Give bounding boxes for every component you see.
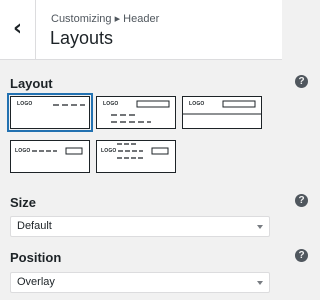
layout-help-icon[interactable]: ? — [295, 75, 308, 88]
position-select[interactable]: Overlay — [10, 272, 270, 293]
chevron-down-icon — [257, 225, 263, 229]
layout-option-3[interactable]: LOGO — [182, 96, 262, 129]
layout-preview-3 — [183, 100, 261, 115]
layout-option-2[interactable]: LOGO — [96, 96, 176, 129]
layout-preview-2 — [111, 100, 170, 123]
chevron-down-icon — [257, 281, 263, 285]
size-select-value: Default — [17, 220, 52, 232]
layout-label: Layout — [10, 76, 53, 91]
back-button[interactable]: ‹ — [0, 0, 36, 59]
chevron-left-icon: ‹ — [12, 15, 23, 41]
layout-option-1[interactable]: LOGO — [7, 93, 93, 132]
layout-preview-5 — [117, 143, 169, 159]
customizer-header: ‹ Customizing ▸ Header Layouts — [0, 0, 282, 60]
position-label: Position — [10, 250, 62, 265]
size-select[interactable]: Default — [10, 216, 270, 237]
layout-preview-4 — [32, 147, 83, 155]
layout-option-4[interactable]: LOGO — [10, 140, 90, 173]
size-help-icon[interactable]: ? — [295, 194, 308, 207]
breadcrumb: Customizing ▸ Header — [51, 13, 160, 25]
page-title: Layouts — [50, 28, 114, 48]
layout-preview-1 — [53, 104, 85, 106]
position-select-value: Overlay — [17, 276, 55, 288]
position-help-icon[interactable]: ? — [295, 249, 308, 262]
size-label: Size — [10, 195, 37, 210]
layout-option-5[interactable]: LOGO — [96, 140, 176, 173]
